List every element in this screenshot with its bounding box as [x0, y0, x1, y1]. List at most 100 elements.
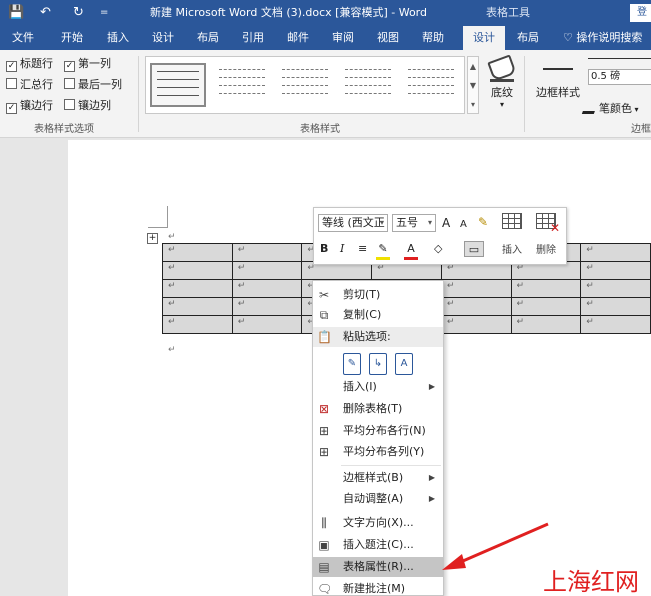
font-select[interactable]: 等线 (西文正 ▾	[318, 214, 388, 232]
option-banded-rows[interactable]: ✓ 镶边行	[6, 98, 53, 114]
shrink-font-button[interactable]: A	[460, 217, 467, 233]
window-title: 新建 Microsoft Word 文档 (3).docx [兼容模式] - W…	[150, 6, 427, 19]
option-first-column[interactable]: ✓ 第一列	[64, 56, 111, 72]
grow-font-button[interactable]: A	[442, 215, 450, 231]
gallery-scroll[interactable]: ▲ ▼ ▾	[467, 56, 479, 114]
table-cell[interactable]: ↵	[580, 315, 651, 334]
insert-table-icon[interactable]	[502, 213, 522, 229]
shading-button[interactable]: 底纹 ▾	[485, 54, 519, 116]
font-color-button[interactable]: A	[404, 241, 418, 260]
tab-layout[interactable]: 布局	[191, 26, 225, 50]
option-header-row[interactable]: ✓ 标题行	[6, 56, 53, 72]
save-icon[interactable]: 💾	[8, 5, 24, 21]
tab-review[interactable]: 审阅	[326, 26, 360, 50]
delete-label[interactable]: 删除	[536, 241, 556, 256]
menu-item-table-properties[interactable]: ▤ 表格属性(R)...	[313, 557, 443, 577]
paste-merge-icon[interactable]: ↳	[369, 353, 387, 375]
table-cell[interactable]: ↵	[162, 315, 233, 334]
table-cell[interactable]: ↵	[162, 279, 233, 298]
paste-text-only-icon[interactable]: A	[395, 353, 413, 375]
table-cell[interactable]: ↵	[231, 315, 303, 334]
table-cell[interactable]: ↵	[231, 243, 303, 262]
paragraph-mark: ↵	[168, 232, 176, 242]
checkbox[interactable]: ✓	[6, 103, 17, 114]
table-cell[interactable]: ↵	[162, 243, 233, 262]
option-last-column[interactable]: 最后一列	[64, 77, 122, 93]
option-label: 镶边列	[78, 99, 111, 112]
bold-button[interactable]: B	[320, 241, 328, 257]
table-cell[interactable]: ↵	[440, 315, 512, 334]
table-cell[interactable]: ↵	[440, 279, 512, 298]
menu-item-delete-table[interactable]: ⊠ 删除表格(T)	[313, 399, 443, 419]
insert-label[interactable]: 插入	[502, 241, 522, 256]
menu-item-insert[interactable]: 插入(I) ▶	[313, 377, 443, 397]
menu-item-border-styles[interactable]: 边框样式(B) ▶	[313, 468, 443, 488]
tab-help[interactable]: 帮助	[416, 26, 450, 50]
table-cell[interactable]: ↵	[580, 243, 651, 262]
scroll-up-icon[interactable]: ▲	[468, 57, 478, 76]
menu-item-text-direction[interactable]: ⫼ 文字方向(X)...	[313, 513, 443, 533]
checkbox[interactable]	[6, 78, 17, 89]
tab-view[interactable]: 视图	[371, 26, 405, 50]
table-cell[interactable]: ↵	[580, 297, 651, 316]
option-total-row[interactable]: 汇总行	[6, 77, 53, 93]
table-cell[interactable]: ↵	[231, 261, 303, 280]
table-cell[interactable]: ↵	[510, 297, 582, 316]
menu-item-new-comment[interactable]: 🗨 新建批注(M)	[313, 579, 443, 596]
menu-item-cut[interactable]: ✂ 剪切(T)	[313, 285, 443, 305]
table-cell[interactable]: ↵	[510, 315, 582, 334]
menu-item-autofit[interactable]: 自动调整(A) ▶	[313, 489, 443, 509]
align-button[interactable]: ≡	[358, 241, 367, 257]
checkbox[interactable]	[64, 78, 75, 89]
table-cell[interactable]: ↵	[231, 279, 303, 298]
checkbox[interactable]	[64, 99, 75, 110]
checkbox[interactable]: ✓	[6, 61, 17, 72]
table-cell[interactable]: ↵	[162, 297, 233, 316]
borders-icon[interactable]: ▭	[464, 241, 484, 257]
line-style-sample[interactable]	[588, 58, 651, 59]
menu-item-copy[interactable]: ⧉ 复制(C)	[313, 305, 443, 325]
table-style-1[interactable]	[150, 63, 206, 107]
tab-table-layout[interactable]: 布局	[511, 26, 545, 50]
tab-references[interactable]: 引用	[236, 26, 270, 50]
table-cell[interactable]: ↵	[580, 279, 651, 298]
tab-design[interactable]: 设计	[146, 26, 180, 50]
tab-table-design[interactable]: 设计	[463, 26, 505, 50]
option-banded-columns[interactable]: 镶边列	[64, 98, 111, 114]
italic-button[interactable]: I	[340, 241, 344, 257]
checkbox[interactable]: ✓	[64, 61, 75, 72]
menu-item-label: 平均分布各列(Y)	[343, 445, 425, 458]
tab-insert[interactable]: 插入	[101, 26, 135, 50]
gallery-more-icon[interactable]: ▾	[468, 95, 478, 114]
table-cell[interactable]: ↵	[440, 297, 512, 316]
paste-keep-format-icon[interactable]: ✎	[343, 353, 361, 375]
redo-icon[interactable]: ↻	[73, 5, 84, 21]
menu-item-distribute-rows[interactable]: ⊞ 平均分布各行(N)	[313, 421, 443, 441]
tab-file[interactable]: 文件	[6, 26, 40, 50]
table-cell[interactable]: ↵	[510, 279, 582, 298]
undo-icon[interactable]: ↶	[40, 5, 51, 21]
menu-item-insert-caption[interactable]: ▣ 插入题注(C)...	[313, 535, 443, 555]
table-move-handle-icon[interactable]: +	[147, 233, 158, 244]
border-styles-button[interactable]: 边框样式	[534, 60, 582, 100]
customize-icon[interactable]: =	[100, 5, 108, 21]
format-painter-icon[interactable]: ✎	[478, 214, 488, 230]
table-style-3[interactable]	[277, 63, 333, 107]
menu-item-distribute-cols[interactable]: ⊞ 平均分布各列(Y)	[313, 442, 443, 462]
tab-home[interactable]: 开始	[55, 26, 89, 50]
shading-icon[interactable]: ◇	[434, 241, 442, 257]
tell-me-search[interactable]: ♡ 操作说明搜索	[563, 26, 642, 50]
tab-mailings[interactable]: 邮件	[281, 26, 315, 50]
font-size-select[interactable]: 五号 ▾	[392, 214, 436, 232]
table-style-5[interactable]	[403, 63, 459, 107]
table-style-4[interactable]	[340, 63, 396, 107]
table-cell[interactable]: ↵	[580, 261, 651, 280]
pen-color-button[interactable]: 笔颜色 ▾	[581, 100, 639, 116]
table-cell[interactable]: ↵	[162, 261, 233, 280]
border-weight-select[interactable]: 0.5 磅	[588, 69, 651, 85]
table-style-2[interactable]	[214, 63, 270, 107]
table-cell[interactable]: ↵	[231, 297, 303, 316]
highlight-icon[interactable]: ✎	[376, 241, 390, 260]
login-button[interactable]: 登	[630, 4, 651, 22]
scroll-down-icon[interactable]: ▼	[468, 76, 478, 95]
